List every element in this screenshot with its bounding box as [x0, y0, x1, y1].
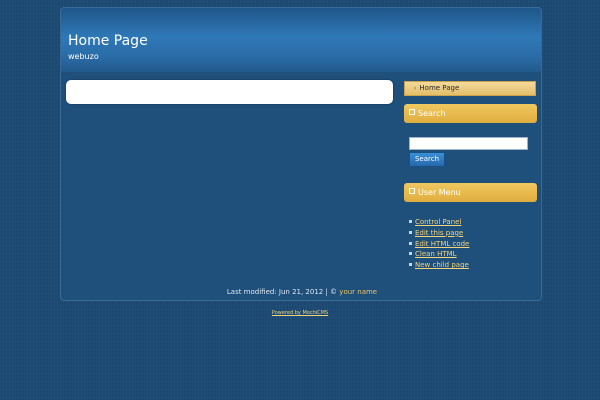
list-item: Clean HTML	[409, 249, 469, 260]
list-item: Control Panel	[409, 217, 469, 228]
menu-link-clean-html[interactable]: Clean HTML	[415, 250, 457, 258]
footer: Last modified: Jun 21, 2012 | © your nam…	[61, 288, 541, 296]
author-link[interactable]: your name	[339, 288, 377, 296]
nav-item-home-page[interactable]: › Home Page	[404, 81, 536, 96]
square-icon	[409, 109, 415, 115]
list-item: Edit HTML code	[409, 239, 469, 250]
content-area	[66, 80, 393, 104]
page-container: Home Page webuzo › Home Page Search Searc…	[60, 7, 542, 301]
square-icon	[409, 188, 415, 194]
list-item: New child page	[409, 260, 469, 271]
search-panel-title: Search	[418, 109, 446, 118]
user-menu-list: Control Panel Edit this page Edit HTML c…	[409, 217, 469, 271]
menu-link-edit-page[interactable]: Edit this page	[415, 229, 463, 237]
bullet-icon	[409, 263, 412, 267]
bullet-icon	[409, 252, 412, 256]
site-header: Home Page webuzo	[61, 8, 541, 72]
search-panel-header: Search	[404, 104, 537, 123]
chevron-right-icon: ›	[414, 85, 417, 92]
bullet-icon	[409, 241, 412, 245]
bullet-icon	[409, 220, 412, 223]
menu-link-new-child-page[interactable]: New child page	[415, 261, 469, 269]
user-menu-title: User Menu	[418, 188, 461, 197]
powered-by-link[interactable]: Powered by MochiCMS	[0, 310, 600, 316]
list-item: Edit this page	[409, 228, 469, 239]
menu-link-edit-html[interactable]: Edit HTML code	[415, 240, 469, 248]
search-input[interactable]	[409, 137, 528, 150]
site-subtitle: webuzo	[68, 52, 99, 61]
nav-item-label: Home Page	[419, 84, 460, 92]
last-modified-text: Last modified: Jun 21, 2012 | ©	[226, 288, 340, 296]
menu-link-control-panel[interactable]: Control Panel	[415, 218, 461, 226]
user-menu-header: User Menu	[404, 183, 537, 202]
bullet-icon	[409, 230, 412, 234]
page-title: Home Page	[68, 33, 148, 49]
search-button[interactable]: Search	[409, 152, 445, 167]
